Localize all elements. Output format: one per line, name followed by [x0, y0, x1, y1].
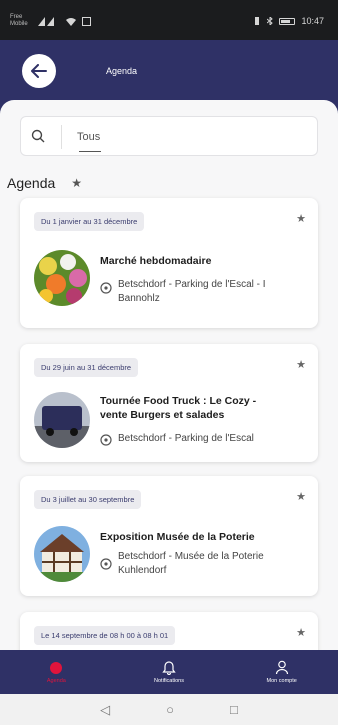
event-card[interactable]: Du 3 juillet au 30 septembre ★ Expositio… — [20, 476, 318, 596]
nav-label: Mon compte — [266, 678, 297, 684]
event-location: Betschdorf - Parking de l'Escal - I Bann… — [118, 279, 266, 304]
carrier-label: Free Mobile — [10, 14, 28, 27]
status-left: Free Mobile — [10, 14, 91, 28]
event-date-badge: Le 14 septembre de 08 h 00 à 08 h 01 — [34, 626, 176, 645]
event-card[interactable]: Du 1 janvier au 31 décembre ★ Marché heb… — [20, 198, 318, 328]
event-date-badge: Du 29 juin au 31 décembre — [34, 358, 139, 377]
clock: 10:47 — [301, 16, 324, 26]
favorite-star-icon[interactable]: ★ — [296, 212, 306, 225]
event-title: Exposition Musée de la Poterie — [100, 531, 255, 543]
event-thumbnail — [34, 250, 90, 306]
favorite-star-icon[interactable]: ★ — [296, 490, 306, 503]
system-nav-bar: ◁ ○ □ — [0, 694, 338, 725]
nav-notifications[interactable]: Notifications — [113, 650, 226, 694]
nav-agenda[interactable]: Agenda — [0, 650, 113, 694]
event-icon — [50, 661, 63, 674]
system-home-icon[interactable]: ○ — [166, 702, 174, 717]
app-header: Agenda — [0, 40, 338, 104]
nav-label: Agenda — [46, 677, 66, 684]
event-date-badge: Du 3 juillet au 30 septembre — [34, 490, 142, 509]
favorite-star-icon[interactable]: ★ — [296, 358, 306, 371]
nav-label: Notifications — [154, 678, 184, 684]
search-input[interactable] — [77, 125, 277, 149]
section-title: Agenda — [7, 175, 56, 191]
status-right: 10:47 — [253, 16, 324, 26]
bottom-nav: Agenda Notifications Mon compte — [0, 650, 338, 694]
search-divider — [61, 125, 62, 149]
event-date-badge: Du 1 janvier au 31 décembre — [34, 212, 145, 231]
arrow-left-icon — [31, 64, 47, 78]
event-title: Tournée Food Truck : Le Cozy - vente Bur… — [100, 395, 257, 421]
nfc-icon — [82, 16, 91, 26]
page-title: Agenda — [106, 66, 138, 76]
location-pin-icon — [100, 282, 112, 294]
location-pin-icon — [100, 434, 112, 446]
section-header: Agenda ★ — [7, 175, 82, 191]
event-location: Betschdorf - Musée de la Poterie Kuhlend… — [118, 551, 264, 576]
event-card[interactable]: Du 29 juin au 31 décembre ★ Tournée Food… — [20, 344, 318, 462]
bell-icon — [162, 661, 176, 675]
main-content[interactable]: Agenda ★ Du 1 janvier au 31 décembre ★ M… — [0, 100, 338, 650]
person-icon — [275, 660, 288, 675]
bluetooth-icon — [267, 17, 274, 25]
nav-account[interactable]: Mon compte — [225, 650, 338, 694]
signal-icon — [38, 16, 54, 26]
event-thumbnail — [34, 392, 90, 448]
event-title: Marché hebdomadaire — [100, 255, 212, 267]
event-location: Betschdorf - Parking de l'Escal — [118, 433, 254, 444]
event-thumbnail — [34, 526, 90, 582]
event-card[interactable]: Le 14 septembre de 08 h 00 à 08 h 01 ★ — [20, 612, 318, 650]
search-icon[interactable] — [31, 129, 45, 143]
search-box[interactable] — [20, 116, 318, 156]
system-recents-icon[interactable]: □ — [230, 702, 238, 717]
favorites-star-icon[interactable]: ★ — [71, 176, 82, 190]
search-underline — [79, 151, 101, 152]
battery-icon — [279, 17, 296, 25]
system-back-icon[interactable]: ◁ — [100, 702, 110, 718]
favorite-star-icon[interactable]: ★ — [296, 626, 306, 639]
vibrate-icon — [255, 17, 260, 25]
location-pin-icon — [100, 558, 112, 570]
status-bar: Free Mobile 10:47 — [0, 0, 338, 40]
wifi-icon — [66, 17, 76, 26]
back-button[interactable] — [22, 54, 56, 88]
